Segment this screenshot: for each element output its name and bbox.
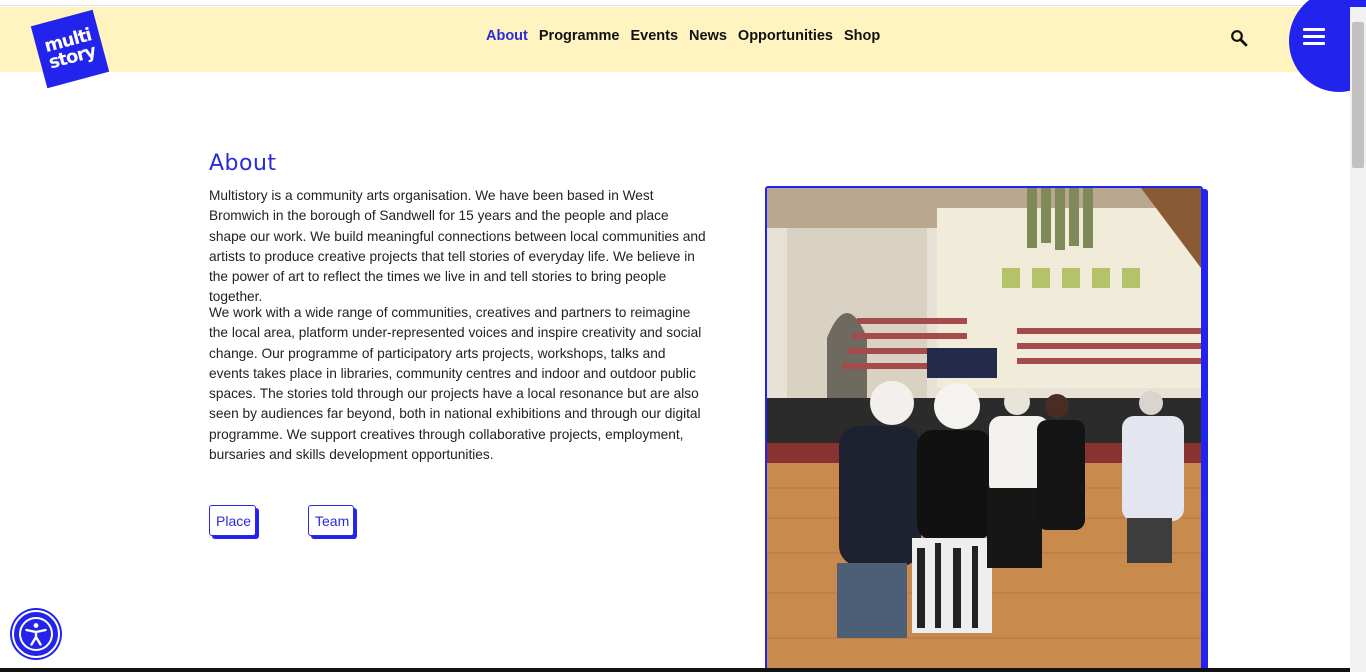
nav-item-events[interactable]: Events — [630, 28, 678, 44]
nav-item-opportunities[interactable]: Opportunities — [738, 28, 833, 44]
intro-paragraph: Multistory is a community arts organisat… — [209, 188, 706, 305]
team-button[interactable]: Team — [308, 505, 354, 536]
accessibility-icon — [19, 617, 53, 651]
dance-hall-photo — [765, 186, 1203, 672]
dance-hall-illustration — [767, 188, 1201, 670]
site-header: multi story About Programme Events News … — [0, 7, 1350, 89]
nav-item-programme[interactable]: Programme — [539, 28, 620, 44]
hamburger-menu-icon[interactable] — [1303, 28, 1325, 46]
page-title: About — [209, 151, 277, 176]
place-button[interactable]: Place — [209, 505, 256, 536]
nav-item-about[interactable]: About — [486, 28, 528, 44]
nav-item-shop[interactable]: Shop — [844, 28, 880, 44]
scrollbar-thumb[interactable] — [1352, 22, 1364, 168]
browser-top-edge — [0, 0, 1366, 6]
about-paragraph: We work with a wide range of communities… — [209, 305, 702, 463]
accessibility-button[interactable] — [12, 610, 60, 658]
search-icon[interactable] — [1230, 29, 1248, 47]
browser-bottom-edge — [0, 668, 1350, 672]
main-nav: About Programme Events News Opportunitie… — [486, 28, 891, 44]
nav-item-news[interactable]: News — [689, 28, 727, 44]
multistory-logo[interactable]: multi story — [30, 9, 110, 89]
